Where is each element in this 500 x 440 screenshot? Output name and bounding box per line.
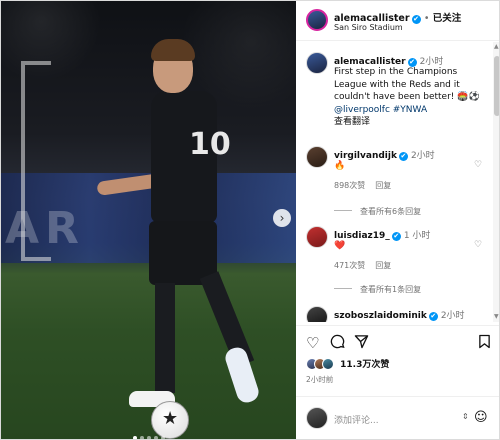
bookmark-svg bbox=[479, 334, 490, 349]
commenter-avatar[interactable] bbox=[306, 226, 328, 248]
comment-time: 2小时 bbox=[440, 311, 465, 321]
liker-avatar bbox=[322, 358, 334, 370]
verified-badge-icon: ✔ bbox=[428, 312, 438, 321]
reply-button[interactable]: 回复 bbox=[375, 261, 391, 270]
carousel-dot bbox=[132, 436, 137, 439]
smiley-icon[interactable]: ☺ bbox=[474, 410, 488, 425]
comment-composer: 添加评论... ⇕ ☺ bbox=[296, 396, 499, 439]
header-username-row: alemacallister ✔ • 已关注 bbox=[334, 10, 461, 24]
sort-toggle-icon[interactable]: ⇕ bbox=[462, 412, 469, 421]
player-left-leg bbox=[155, 283, 175, 393]
caption-mention-link[interactable]: @liverpoolfc #YNWA bbox=[334, 105, 427, 115]
scroll-up-arrow-icon[interactable]: ▲ bbox=[494, 44, 499, 50]
author-avatar[interactable] bbox=[306, 9, 328, 31]
scroll-down-arrow-icon[interactable]: ▼ bbox=[494, 314, 499, 320]
verified-badge-icon: ✔ bbox=[411, 15, 421, 24]
translate-link[interactable]: 查看翻译 bbox=[334, 117, 370, 127]
carousel-dot bbox=[160, 436, 165, 439]
post-photo[interactable]: AR 10 › bbox=[1, 1, 296, 439]
comment-meta: 471次赞 回复 bbox=[334, 260, 401, 271]
caption-avatar[interactable] bbox=[306, 52, 328, 74]
reply-button[interactable]: 回复 bbox=[375, 181, 391, 190]
comment-bubble-svg bbox=[330, 334, 345, 349]
comment-icon[interactable] bbox=[330, 334, 345, 353]
carousel-dots bbox=[1, 425, 296, 439]
player-right-boot bbox=[222, 344, 262, 406]
header-separator: • bbox=[423, 13, 430, 24]
post-side-panel: alemacallister ✔ • 已关注 San Siro Stadium a… bbox=[296, 1, 499, 439]
comment-like-heart-icon[interactable]: ♡ bbox=[474, 240, 482, 250]
next-slide-button[interactable]: › bbox=[273, 209, 291, 227]
player-figure: 10 bbox=[96, 39, 271, 439]
post-header: alemacallister ✔ • 已关注 San Siro Stadium bbox=[296, 1, 499, 41]
comment-meta: 898次赞 回复 bbox=[334, 180, 401, 191]
bookmark-icon[interactable] bbox=[478, 334, 491, 353]
comment-header: szoboszlaidominik ✔ 2小时 bbox=[334, 308, 465, 321]
comments-scrollbar[interactable]: ▲ ▼ bbox=[493, 42, 499, 322]
jersey-number: 10 bbox=[189, 127, 231, 162]
post-dialog: AR 10 › alemacallister✔ • 已关注 bbox=[0, 0, 500, 440]
likes-summary[interactable]: 11.3万次赞 bbox=[306, 357, 389, 370]
location-link[interactable]: San Siro Stadium bbox=[334, 23, 403, 32]
carousel-dot bbox=[146, 436, 151, 439]
post-actions: ♡ 11.3万次赞 2小时前 bbox=[296, 325, 499, 395]
carousel-dot bbox=[153, 436, 158, 439]
caption-text: First step in the Champions League with … bbox=[334, 66, 484, 129]
commenter-username[interactable]: szoboszlaidominik bbox=[334, 311, 427, 321]
comment-input[interactable]: 添加评论... bbox=[334, 413, 379, 426]
comment-like-heart-icon[interactable]: ♡ bbox=[474, 160, 482, 170]
caption-body: First step in the Champions League with … bbox=[334, 67, 480, 102]
goal-post bbox=[21, 61, 51, 261]
comment-likes[interactable]: 471次赞 bbox=[334, 261, 365, 270]
heart-icon[interactable]: ♡ bbox=[306, 334, 319, 352]
share-icon[interactable] bbox=[354, 334, 369, 353]
carousel-dot bbox=[139, 436, 144, 439]
paper-plane-svg bbox=[354, 335, 369, 349]
comment-text: ❤️ bbox=[334, 241, 346, 251]
viewer-avatar bbox=[306, 407, 328, 429]
commenter-avatar[interactable] bbox=[306, 306, 328, 322]
comment-likes[interactable]: 898次赞 bbox=[334, 181, 365, 190]
scrollbar-thumb[interactable] bbox=[494, 56, 499, 116]
commenter-avatar[interactable] bbox=[306, 146, 328, 168]
player-hair bbox=[151, 39, 195, 61]
likes-count[interactable]: 11.3万次赞 bbox=[340, 360, 389, 370]
view-replies-button[interactable]: 查看所有6条回复 bbox=[334, 206, 421, 217]
view-replies-button[interactable]: 查看所有1条回复 bbox=[334, 284, 421, 295]
following-button[interactable]: 已关注 bbox=[433, 13, 462, 24]
comment-text: 🔥 bbox=[334, 161, 346, 171]
posted-time: 2小时前 bbox=[306, 375, 334, 384]
comments-scroll-area[interactable]: alemacallister ✔ 2小时 First step in the Cha… bbox=[296, 42, 493, 322]
